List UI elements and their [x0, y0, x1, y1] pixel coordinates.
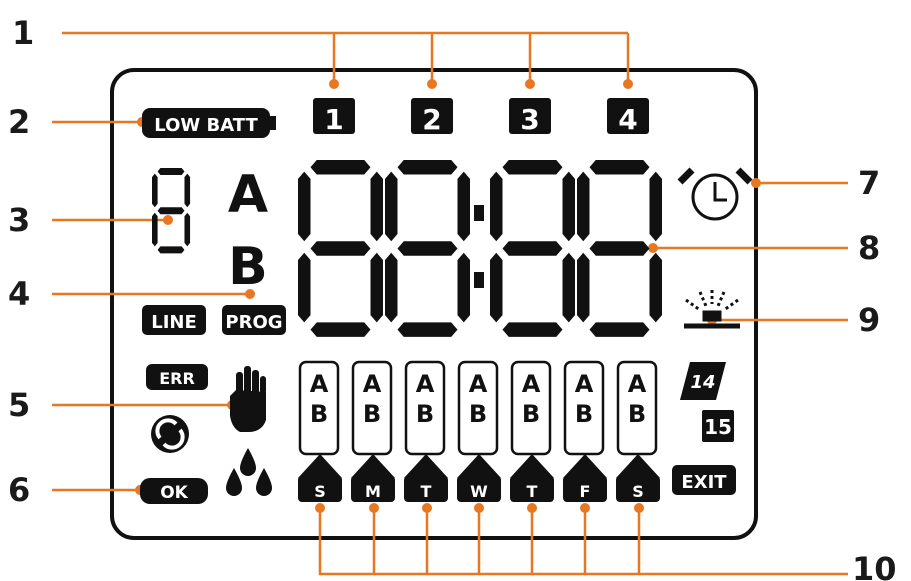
- callout-7: 7: [858, 164, 880, 202]
- low-batt-label: LOW BATT: [154, 115, 258, 136]
- day-1-a: A: [310, 370, 329, 398]
- prog-indicator: PROG: [222, 305, 286, 335]
- day-3-letter: T: [421, 482, 432, 501]
- day-5-b: B: [522, 400, 540, 428]
- day-1-b: B: [310, 400, 328, 428]
- day-6-b: B: [575, 400, 593, 428]
- exit-label: EXIT: [681, 472, 727, 493]
- day-col-3: A B T: [404, 360, 448, 502]
- line-label: LINE: [151, 312, 197, 333]
- day-col-6: A B F: [563, 360, 607, 502]
- colon-top: [474, 205, 484, 221]
- battery-icon: [270, 116, 276, 130]
- day-7-b: B: [628, 400, 646, 428]
- program-b-letter: B: [228, 237, 268, 297]
- day-columns: A B S A B M A B T A B W A B T A B F A B …: [298, 360, 660, 502]
- interval-14: 14: [690, 372, 715, 393]
- low-batt-indicator: LOW BATT: [142, 108, 276, 138]
- zone-1: 1: [324, 103, 343, 136]
- line-digit: [152, 168, 191, 254]
- day-2-a: A: [363, 370, 382, 398]
- callout-3: 3: [8, 201, 30, 239]
- day-4-letter: W: [470, 482, 488, 501]
- clock-digit-3: [490, 160, 575, 337]
- callout-9: 9: [858, 301, 880, 339]
- exit-indicator: EXIT: [672, 465, 736, 495]
- day-col-5: A B T: [510, 360, 554, 502]
- colon-bottom: [474, 272, 484, 288]
- day-col-1: A B S: [298, 360, 342, 502]
- hand-icon: [230, 366, 266, 432]
- day-7-a: A: [628, 370, 647, 398]
- day-3-b: B: [416, 400, 434, 428]
- day-4-a: A: [469, 370, 488, 398]
- callout-10: 10: [852, 550, 897, 581]
- zone-4: 4: [618, 103, 637, 136]
- day-3-a: A: [416, 370, 435, 398]
- lcd-diagram: 1 2 3 4 5 6 7 8 9 10 LOW BATT 1 2 3 4 A …: [8, 14, 897, 581]
- callout-1: 1: [12, 14, 34, 52]
- day-6-a: A: [575, 370, 594, 398]
- day-2-b: B: [363, 400, 381, 428]
- interval-15: 15: [704, 415, 732, 439]
- zone-indicators: 1 2 3 4: [313, 98, 649, 136]
- program-a-letter: A: [228, 165, 268, 225]
- err-label: ERR: [159, 369, 195, 388]
- day-5-letter: T: [527, 482, 538, 501]
- clock-digit-1: [298, 160, 383, 337]
- day-1-letter: S: [314, 482, 326, 501]
- prog-label: PROG: [225, 312, 282, 333]
- zone-2: 2: [422, 103, 441, 136]
- day-6-letter: F: [580, 482, 591, 501]
- callout-2: 2: [8, 103, 30, 141]
- day-5-a: A: [522, 370, 541, 398]
- callout-4: 4: [8, 275, 30, 313]
- rotation-icon: [151, 415, 189, 453]
- clock-display: [298, 160, 662, 337]
- interval-indicator: 14 15: [680, 362, 734, 442]
- err-indicator: ERR: [146, 364, 208, 390]
- line-indicator: LINE: [142, 305, 206, 335]
- ok-indicator: OK: [140, 478, 208, 504]
- day-2-letter: M: [365, 482, 381, 501]
- clock-digit-2: [385, 160, 470, 337]
- zone-3: 3: [520, 103, 539, 136]
- callout-5: 5: [8, 386, 30, 424]
- day-4-b: B: [469, 400, 487, 428]
- day-col-4: A B W: [457, 360, 501, 502]
- callout-6: 6: [8, 471, 30, 509]
- water-drops-icon: [226, 448, 272, 496]
- ok-label: OK: [160, 483, 188, 503]
- clock-digit-4: [577, 160, 662, 337]
- day-col-2: A B M: [351, 360, 395, 502]
- alarm-clock-icon: [677, 167, 753, 221]
- callout-8: 8: [858, 229, 880, 267]
- day-7-letter: S: [632, 482, 644, 501]
- day-col-7: A B S: [616, 360, 660, 502]
